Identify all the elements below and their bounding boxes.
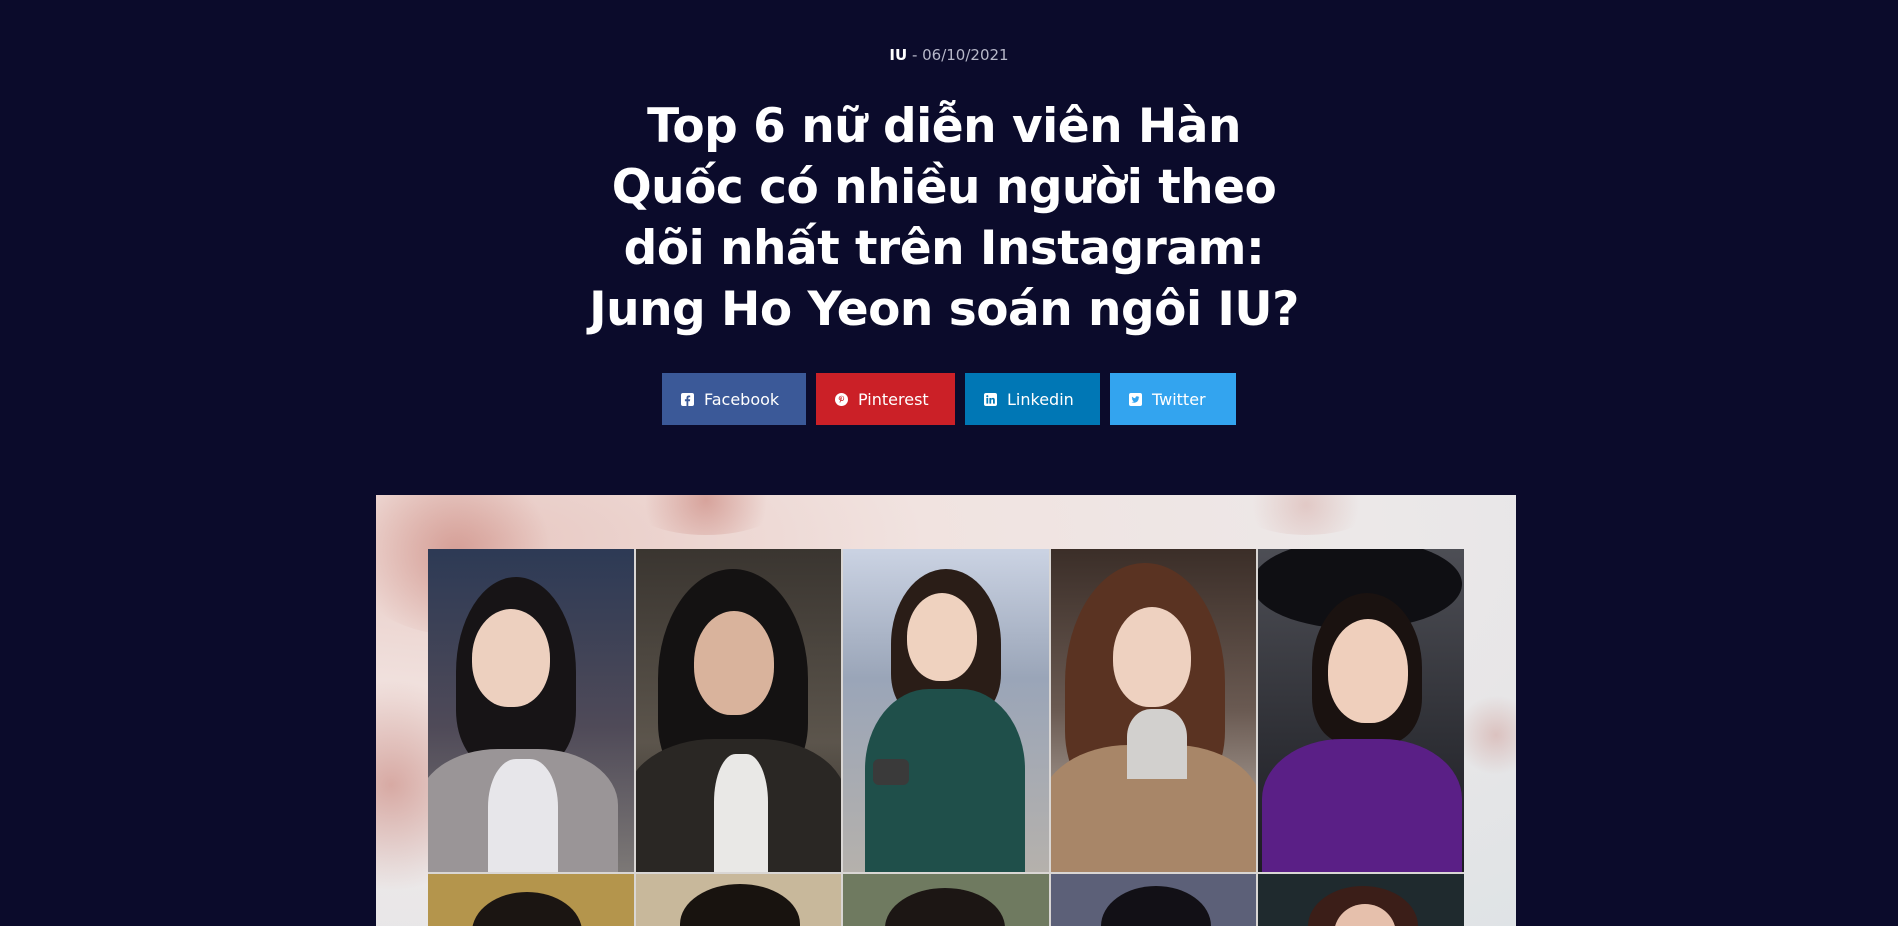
share-label: Twitter bbox=[1152, 389, 1206, 409]
article-page: IU - 06/10/2021 Top 6 nữ diễn viên Hàn Q… bbox=[0, 0, 1898, 926]
featured-image bbox=[376, 495, 1516, 926]
linkedin-icon bbox=[984, 392, 997, 406]
share-linkedin-button[interactable]: Linkedin bbox=[965, 373, 1100, 425]
twitter-icon bbox=[1129, 392, 1142, 406]
actress-collage bbox=[428, 549, 1464, 926]
share-buttons: Facebook Pinterest Linkedin Twitter bbox=[0, 373, 1898, 425]
pinterest-icon bbox=[835, 392, 848, 406]
author-link[interactable]: IU bbox=[889, 46, 907, 64]
facebook-icon bbox=[681, 392, 694, 406]
publish-date: 06/10/2021 bbox=[922, 46, 1009, 64]
share-label: Linkedin bbox=[1007, 389, 1074, 409]
share-label: Facebook bbox=[704, 389, 780, 409]
actress-photo bbox=[1258, 874, 1464, 926]
share-twitter-button[interactable]: Twitter bbox=[1110, 373, 1236, 425]
share-pinterest-button[interactable]: Pinterest bbox=[816, 373, 955, 425]
actress-photo bbox=[1050, 874, 1257, 926]
meta-separator: - bbox=[907, 46, 923, 64]
actress-photo bbox=[1050, 549, 1257, 872]
actress-photo bbox=[1258, 549, 1464, 872]
actress-photo bbox=[635, 874, 842, 926]
article-title: Top 6 nữ diễn viên Hàn Quốc có nhiều ngư… bbox=[589, 99, 1299, 337]
article-meta: IU - 06/10/2021 bbox=[0, 46, 1898, 64]
actress-photo bbox=[635, 549, 842, 872]
actress-photo bbox=[843, 874, 1049, 926]
share-facebook-button[interactable]: Facebook bbox=[662, 373, 806, 425]
actress-photo bbox=[428, 874, 634, 926]
actress-photo bbox=[843, 549, 1049, 872]
actress-photo bbox=[428, 549, 634, 872]
share-label: Pinterest bbox=[858, 389, 929, 409]
